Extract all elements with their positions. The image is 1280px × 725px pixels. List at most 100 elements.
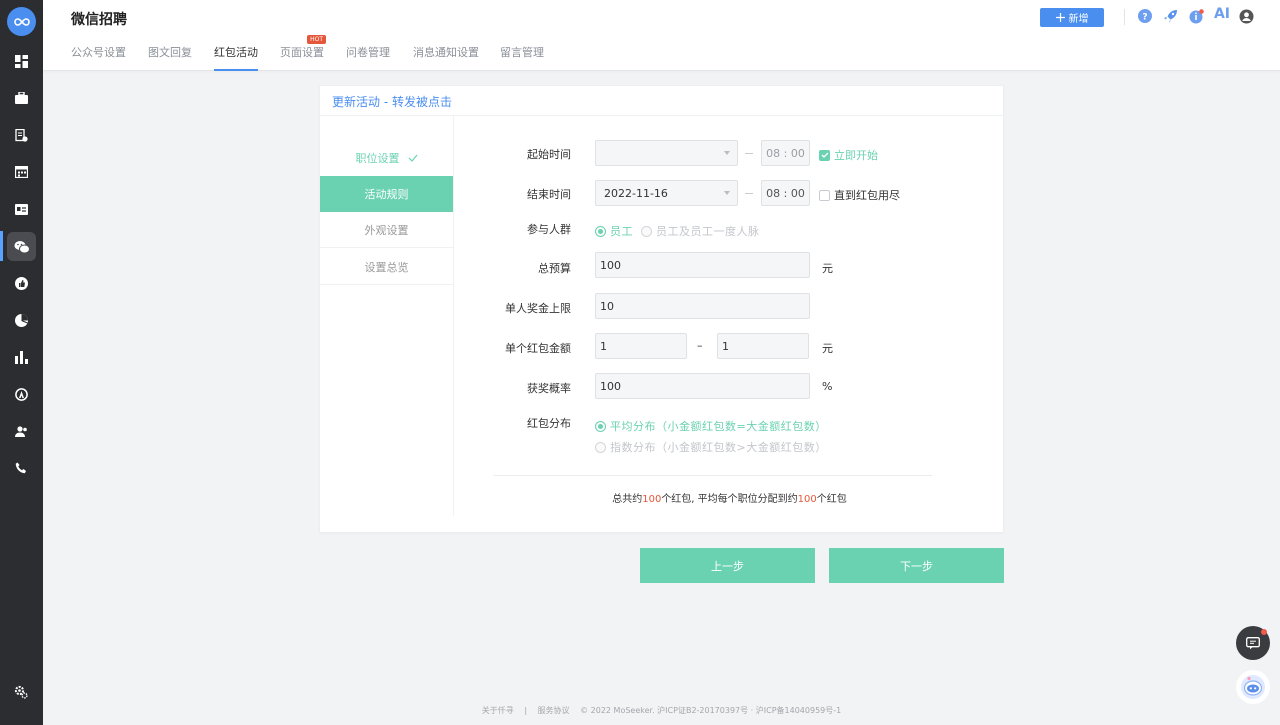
per-person-cap-input[interactable]: 10: [595, 293, 810, 319]
wechat-icon[interactable]: [7, 232, 36, 261]
footer: 关于仟寻 | 服务协议 © 2022 MoSeeker. 沪ICP证B2-201…: [43, 705, 1280, 716]
tab-notification-settings[interactable]: 消息通知设置: [413, 44, 479, 71]
start-now-checkbox[interactable]: 立即开始: [819, 147, 878, 163]
chat-icon: [1246, 636, 1260, 649]
svg-text:?: ?: [1142, 13, 1147, 23]
summary-text-2: 个红包, 平均每个职位分配到约: [661, 494, 798, 505]
radio-selected-icon: [595, 420, 606, 432]
calendar-icon[interactable]: [10, 161, 32, 183]
settings-icon[interactable]: [10, 681, 32, 703]
dashboard-icon[interactable]: [10, 50, 32, 72]
feedback-button[interactable]: [1236, 626, 1270, 660]
tab-page-settings[interactable]: 页面设置 HOT: [280, 35, 326, 71]
about-link[interactable]: 关于仟寻: [482, 706, 514, 715]
tab-page-settings-label: 页面设置: [280, 46, 324, 59]
budget-input[interactable]: 100: [595, 252, 810, 278]
tab-message-management[interactable]: 留言管理: [500, 44, 544, 71]
distribution-exponential-radio[interactable]: 指数分布（小金额红包数>大金额红包数）: [595, 439, 827, 455]
audience-employee-label: 员工: [610, 225, 633, 238]
info-icon[interactable]: [1188, 8, 1204, 24]
add-button-label: 新增: [1068, 14, 1089, 25]
document-icon[interactable]: [10, 124, 32, 146]
win-probability-input[interactable]: 100: [595, 373, 810, 399]
tab-wechat-account-settings[interactable]: 公众号设置: [71, 44, 126, 71]
ai-icon[interactable]: AI: [1213, 6, 1231, 22]
distribution-even-radio[interactable]: 平均分布（小金额红包数=大金额红包数）: [595, 418, 827, 434]
step-list-divider: [453, 116, 454, 516]
audience-label: 参与人群: [527, 223, 571, 236]
footer-separator: |: [524, 706, 528, 715]
chevron-down-icon: [724, 151, 730, 155]
notification-dot: [1261, 629, 1267, 635]
id-card-icon[interactable]: [10, 198, 32, 220]
pie-chart-icon[interactable]: [10, 309, 32, 331]
card-title-divider: [320, 115, 1005, 116]
end-time-input[interactable]: 08 : 00: [761, 180, 810, 206]
audience-employee-radio[interactable]: 员工: [595, 223, 633, 239]
audience-network-label: 员工及员工一度人脉: [656, 225, 760, 238]
summary-per-job-count: 100: [797, 494, 817, 505]
robot-icon: [1241, 675, 1265, 699]
assistant-robot-button[interactable]: [1236, 670, 1270, 704]
step-settings-overview[interactable]: 设置总览: [320, 249, 453, 285]
probability-unit: %: [822, 380, 833, 393]
bar-chart-icon[interactable]: [10, 346, 32, 368]
next-step-button[interactable]: 下一步: [829, 548, 1004, 583]
page-title: 微信招聘: [71, 12, 127, 28]
summary-divider: [493, 475, 932, 476]
start-date-select[interactable]: [595, 140, 738, 166]
step-appearance-settings[interactable]: 外观设置: [320, 212, 453, 248]
people-icon[interactable]: [10, 420, 32, 442]
help-icon[interactable]: ?: [1137, 8, 1153, 24]
audience-network-radio[interactable]: 员工及员工一度人脉: [641, 223, 760, 239]
radio-selected-icon: [595, 225, 606, 237]
until-exhausted-checkbox[interactable]: 直到红包用尽: [819, 187, 900, 203]
step-job-settings-label: 职位设置: [355, 152, 400, 165]
date-time-dash: [745, 153, 753, 154]
win-probability-label: 获奖概率: [527, 382, 571, 395]
end-time-label: 结束时间: [527, 188, 571, 201]
tab-red-packet-activity[interactable]: 红包活动: [214, 44, 258, 71]
badge-icon[interactable]: [10, 383, 32, 405]
left-nav-rail: [0, 0, 43, 725]
copyright-text: © 2022 MoSeeker. 沪ICP证B2-20170397号 · 沪IC…: [580, 706, 842, 715]
summary-text-1: 总共约: [612, 494, 643, 505]
amount-unit: 元: [822, 342, 833, 355]
rocket-icon[interactable]: [1162, 8, 1178, 24]
hot-badge: HOT: [307, 35, 326, 44]
amount-range-separator: –: [697, 339, 703, 352]
check-icon: [408, 154, 417, 162]
activity-edit-card: 更新活动 - 转发被点击 职位设置 活动规则 外观设置 设置总览 起始时间 08…: [319, 85, 1005, 533]
thumbs-up-icon[interactable]: [10, 272, 32, 294]
end-date-value: 2022-11-16: [604, 186, 668, 200]
start-time-input[interactable]: 08 : 00: [761, 140, 810, 166]
date-time-dash: [745, 193, 753, 194]
top-header: 微信招聘 公众号设置 图文回复 红包活动 页面设置 HOT 问卷管理 消息通知设…: [43, 0, 1280, 71]
logo-icon[interactable]: [7, 7, 36, 36]
tab-questionnaire[interactable]: 问卷管理: [346, 44, 390, 71]
start-time-label: 起始时间: [527, 148, 571, 161]
prev-step-button[interactable]: 上一步: [640, 548, 815, 583]
radio-unselected-icon: [595, 441, 606, 453]
step-activity-rules[interactable]: 活动规则: [320, 176, 453, 212]
packet-amount-min-input[interactable]: 1: [595, 333, 687, 359]
packet-amount-max-input[interactable]: 1: [717, 333, 809, 359]
budget-label: 总预算: [538, 262, 571, 275]
phone-icon[interactable]: [10, 457, 32, 479]
user-icon[interactable]: [1238, 8, 1254, 24]
distribution-exponential-label: 指数分布（小金额红包数>大金额红包数）: [610, 441, 827, 454]
start-now-label: 立即开始: [834, 149, 878, 162]
packet-summary: 总共约100个红包, 平均每个职位分配到约100个红包: [454, 490, 1005, 505]
briefcase-icon[interactable]: [10, 87, 32, 109]
tab-image-text-reply[interactable]: 图文回复: [148, 44, 192, 71]
terms-link[interactable]: 服务协议: [538, 706, 570, 715]
plus-icon: [1055, 13, 1065, 22]
packet-amount-label: 单个红包金额: [505, 342, 571, 355]
distribution-even-label: 平均分布（小金额红包数=大金额红包数）: [610, 420, 827, 433]
step-job-settings[interactable]: 职位设置: [320, 140, 453, 176]
summary-text-3: 个红包: [816, 494, 847, 505]
checkbox-unchecked-icon: [819, 189, 830, 201]
budget-unit: 元: [822, 262, 833, 275]
add-button[interactable]: 新增: [1040, 8, 1104, 27]
end-date-select[interactable]: 2022-11-16: [595, 180, 738, 206]
